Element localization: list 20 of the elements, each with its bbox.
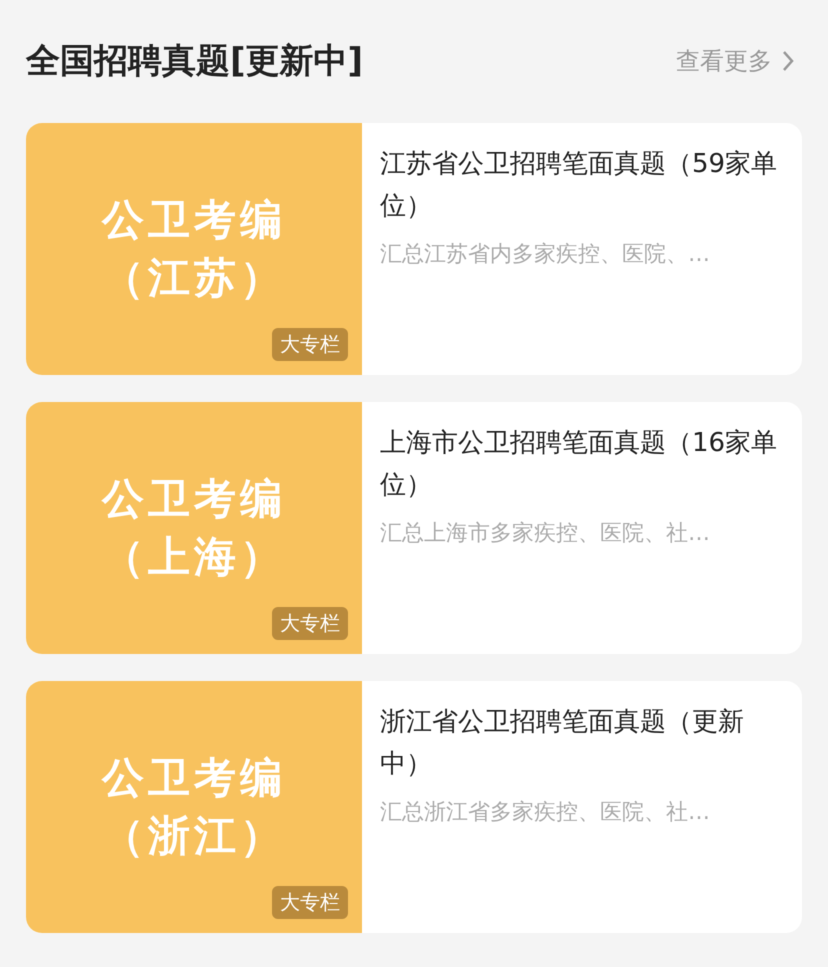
chevron-right-icon bbox=[782, 50, 794, 72]
cover-text: （浙江） bbox=[102, 810, 286, 862]
course-summary: 汇总江苏省内多家疾控、医院、… bbox=[380, 241, 711, 269]
column-badge: 大专栏 bbox=[272, 328, 348, 361]
course-title: 浙江省公卫招聘笔面真题（更新中） bbox=[380, 706, 745, 781]
course-card[interactable]: 公卫考编 （浙江） 大专栏 浙江省公卫招聘笔面真题（更新中） 汇总浙江省多家疾控、医院、社… bbox=[26, 681, 802, 933]
column-badge: 大专栏 bbox=[272, 607, 348, 640]
course-title: 江苏省公卫招聘笔面真题（59家单位） bbox=[380, 148, 778, 223]
course-summary: 汇总浙江省多家疾控、医院、社… bbox=[380, 799, 711, 827]
course-card[interactable]: 公卫考编 （上海） 大专栏 上海市公卫招聘笔面真题（16家单位） 汇总上海市多家疾控、医院、社… bbox=[26, 402, 802, 654]
cover-text: 公卫考编 bbox=[102, 472, 286, 524]
cover-text: 公卫考编 bbox=[102, 194, 286, 246]
course-title: 上海市公卫招聘笔面真题（16家单位） bbox=[380, 427, 778, 502]
cover-text: （江苏） bbox=[102, 252, 286, 304]
course-summary: 汇总上海市多家疾控、医院、社… bbox=[380, 520, 711, 548]
course-card[interactable]: 公卫考编 （江苏） 大专栏 江苏省公卫招聘笔面真题（59家单位） 汇总江苏省内多家疾控、医院、… bbox=[26, 123, 802, 375]
section-title: 全国招聘真题[更新中] bbox=[26, 40, 364, 83]
cover-text: 公卫考编 bbox=[102, 752, 286, 804]
column-badge: 大专栏 bbox=[272, 886, 348, 919]
cover-text: （上海） bbox=[102, 531, 286, 583]
